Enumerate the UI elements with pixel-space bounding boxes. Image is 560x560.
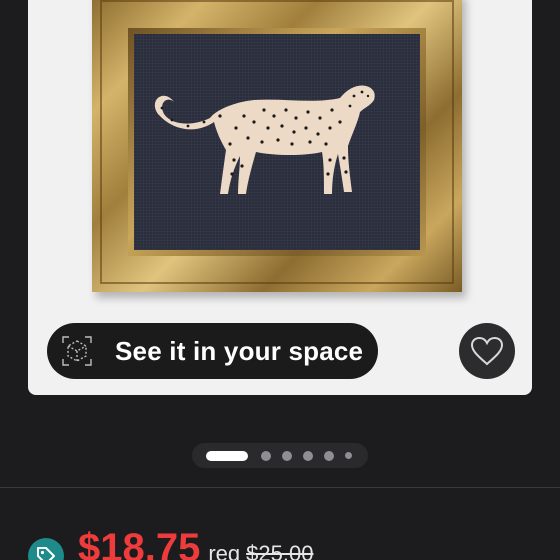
page-dot[interactable] [345,452,352,459]
regular-price-label: reg [208,541,241,560]
ar-cube-icon [62,336,92,366]
section-divider [0,487,560,488]
frame-inner-border [128,28,426,256]
see-in-your-space-button[interactable]: See it in your space [47,323,378,379]
favorite-button[interactable] [459,323,515,379]
product-image-card[interactable]: See it in your space [28,0,532,395]
heart-icon [470,336,504,366]
page-dot-active[interactable] [206,450,248,461]
page-dot[interactable] [324,450,334,461]
image-pagination[interactable] [192,443,368,468]
page-dot[interactable] [303,450,313,461]
page-dot[interactable] [282,450,292,461]
page-dot[interactable] [261,450,271,461]
price-tag-icon [28,538,64,560]
artwork-frame [92,0,462,292]
product-image [134,34,420,250]
sale-price: $18.75 [78,526,201,560]
ar-button-label: See it in your space [115,335,364,366]
regular-price: $25.00 [246,541,314,560]
price-row: $18.75 reg $25.00 [28,520,313,560]
leopard-illustration [154,85,375,194]
